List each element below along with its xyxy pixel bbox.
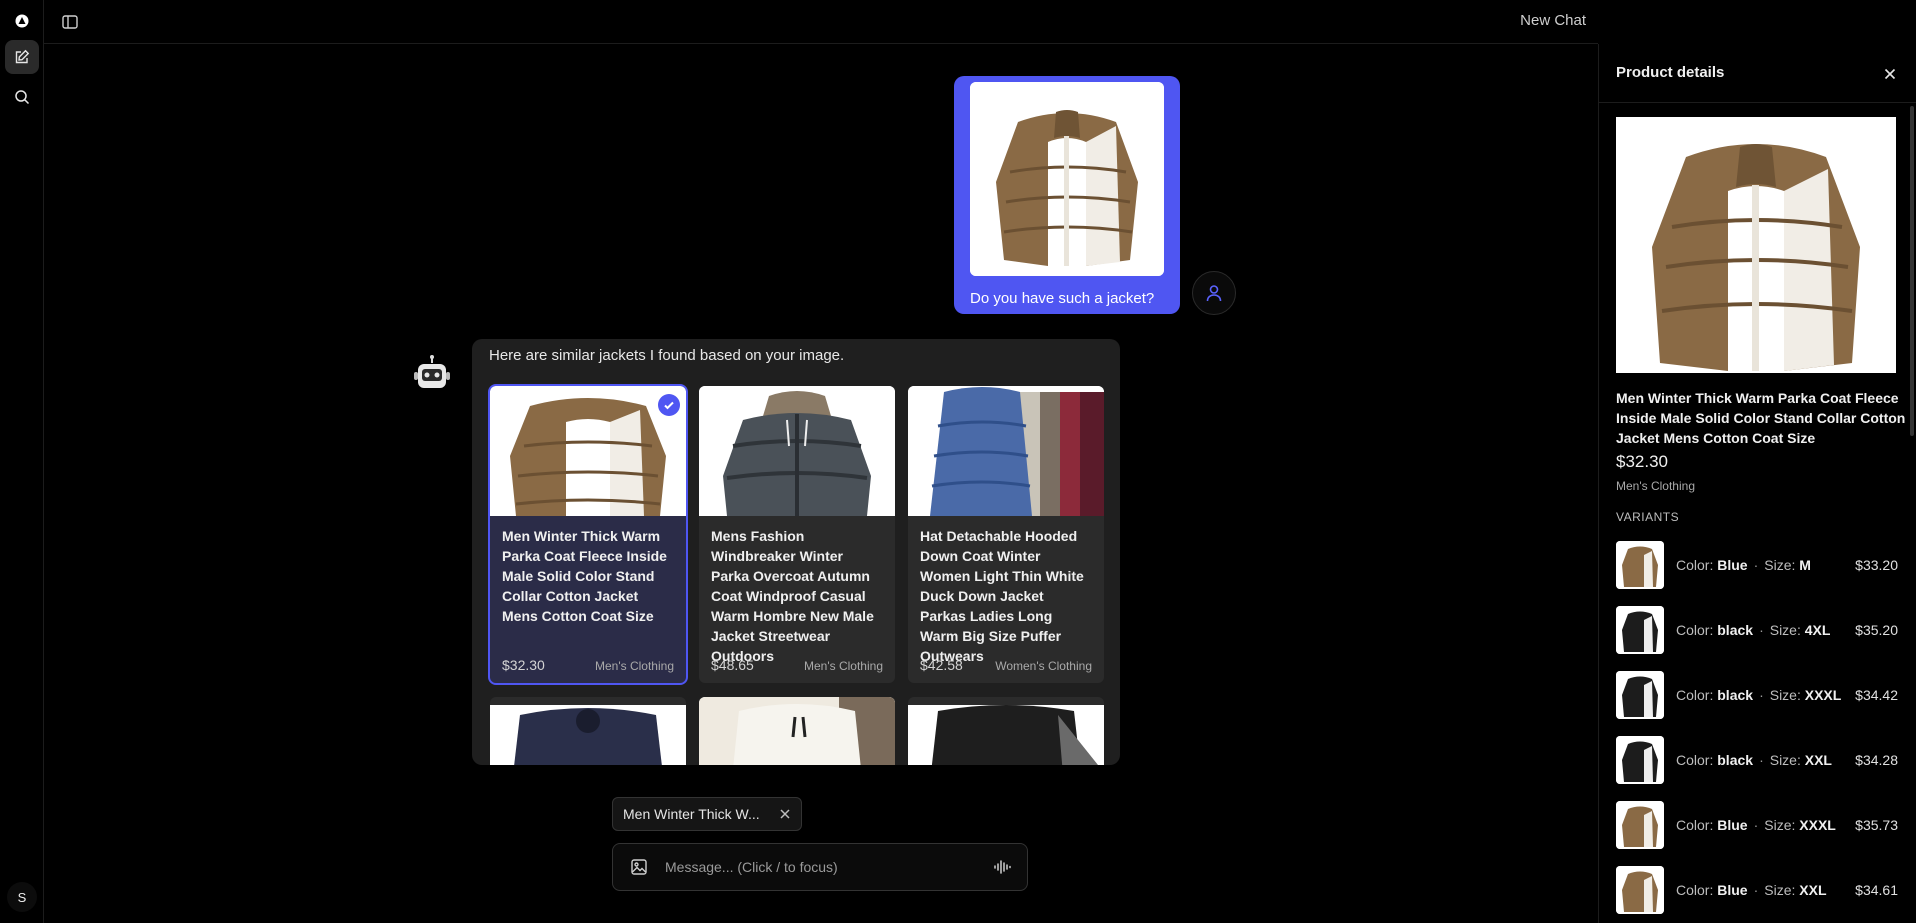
new-chat-icon[interactable] (5, 40, 39, 74)
product-category: Men's Clothing (804, 659, 883, 673)
variant-attributes: Color: black · Size: XXXL (1676, 687, 1842, 703)
product-detail-price: $32.30 (1616, 452, 1668, 471)
product-image (490, 705, 686, 765)
product-card[interactable]: Hat Detachable Hooded Down Coat Winter W… (908, 386, 1104, 683)
top-bar: New Chat (44, 0, 1598, 44)
variant-row[interactable]: Color: black · Size: XXL $34.28 (1616, 736, 1898, 784)
variant-row[interactable]: Color: Blue · Size: XXL $34.61 (1616, 866, 1898, 914)
product-card[interactable]: Men Winter Thick Warm Parka Coat Fleece … (488, 384, 688, 685)
variant-price: $34.61 (1855, 882, 1898, 898)
variant-thumbnail (1616, 606, 1664, 654)
user-icon (1192, 271, 1236, 315)
variant-thumbnail (1616, 541, 1664, 589)
variant-attributes: Color: black · Size: 4XL (1676, 622, 1831, 638)
variant-attributes: Color: Blue · Size: M (1676, 557, 1811, 573)
product-title: Men Winter Thick Warm Parka Coat Fleece … (502, 528, 667, 624)
product-price: $42.58 (920, 657, 963, 673)
uploaded-jacket-image[interactable] (970, 82, 1164, 276)
bot-message-text: Here are similar jackets I found based o… (489, 347, 845, 364)
divider (1599, 102, 1916, 103)
variant-price: $35.20 (1855, 622, 1898, 638)
variant-row[interactable]: Color: black · Size: XXXL $34.42 (1616, 671, 1898, 719)
variant-price: $34.42 (1855, 687, 1898, 703)
product-title: Mens Fashion Windbreaker Winter Parka Ov… (711, 528, 874, 664)
product-meta: $48.65 Men's Clothing (711, 657, 883, 673)
product-meta: $32.30 Men's Clothing (502, 657, 674, 673)
variants-heading: VARIANTS (1616, 510, 1680, 524)
product-title: Hat Detachable Hooded Down Coat Winter W… (920, 528, 1084, 664)
attached-product-chip[interactable]: Men Winter Thick W... (612, 797, 802, 831)
chat-title: New Chat (1520, 12, 1586, 29)
account-avatar[interactable]: S (7, 882, 37, 912)
product-detail-category: Men's Clothing (1616, 479, 1695, 493)
variant-row[interactable]: Color: black · Size: 4XL $35.20 (1616, 606, 1898, 654)
message-input[interactable] (665, 859, 977, 875)
product-category: Women's Clothing (995, 659, 1092, 673)
search-icon[interactable] (5, 80, 39, 114)
product-price: $48.65 (711, 657, 754, 673)
product-image (908, 386, 1104, 516)
image-icon[interactable] (613, 858, 665, 876)
product-card[interactable] (699, 697, 895, 765)
attached-product-label: Men Winter Thick W... (623, 806, 760, 822)
product-meta: $42.58 Women's Clothing (920, 657, 1092, 673)
close-icon[interactable] (1880, 64, 1900, 84)
variant-attributes: Color: Blue · Size: XXL (1676, 882, 1827, 898)
bot-icon (410, 352, 454, 396)
product-image (699, 697, 895, 765)
product-image (490, 386, 686, 516)
panel-heading: Product details (1616, 64, 1725, 81)
variant-thumbnail (1616, 736, 1664, 784)
logo-icon[interactable] (5, 4, 39, 38)
left-rail: S (0, 0, 44, 923)
variant-price: $34.28 (1855, 752, 1898, 768)
variant-row[interactable]: Color: Blue · Size: XXXL $35.73 (1616, 801, 1898, 849)
product-image (908, 705, 1104, 765)
product-card[interactable] (490, 697, 686, 765)
user-message-text: Do you have such a jacket? (970, 290, 1155, 307)
variant-row[interactable]: Color: Blue · Size: M $33.20 (1616, 541, 1898, 589)
voice-icon[interactable] (977, 858, 1027, 876)
product-category: Men's Clothing (595, 659, 674, 673)
check-icon (658, 394, 680, 416)
close-icon[interactable] (779, 808, 791, 820)
variant-attributes: Color: black · Size: XXL (1676, 752, 1832, 768)
message-composer (612, 843, 1028, 891)
product-detail-title: Men Winter Thick Warm Parka Coat Fleece … (1616, 390, 1906, 446)
product-price: $32.30 (502, 657, 545, 673)
product-card[interactable] (908, 697, 1104, 765)
variant-price: $35.73 (1855, 817, 1898, 833)
sidebar-toggle-icon[interactable] (58, 10, 82, 34)
product-detail-image (1616, 117, 1896, 373)
product-card[interactable]: Mens Fashion Windbreaker Winter Parka Ov… (699, 386, 895, 683)
user-message: Do you have such a jacket? (954, 76, 1180, 314)
product-details-panel: Product details Men Winter Thick Warm Pa… (1598, 44, 1916, 923)
variant-attributes: Color: Blue · Size: XXXL (1676, 817, 1836, 833)
variant-thumbnail (1616, 801, 1664, 849)
variant-thumbnail (1616, 671, 1664, 719)
panel-scrollbar[interactable] (1910, 106, 1914, 436)
variant-price: $33.20 (1855, 557, 1898, 573)
bot-message: Here are similar jackets I found based o… (472, 339, 1120, 765)
product-image (699, 386, 895, 516)
variant-thumbnail (1616, 866, 1664, 914)
